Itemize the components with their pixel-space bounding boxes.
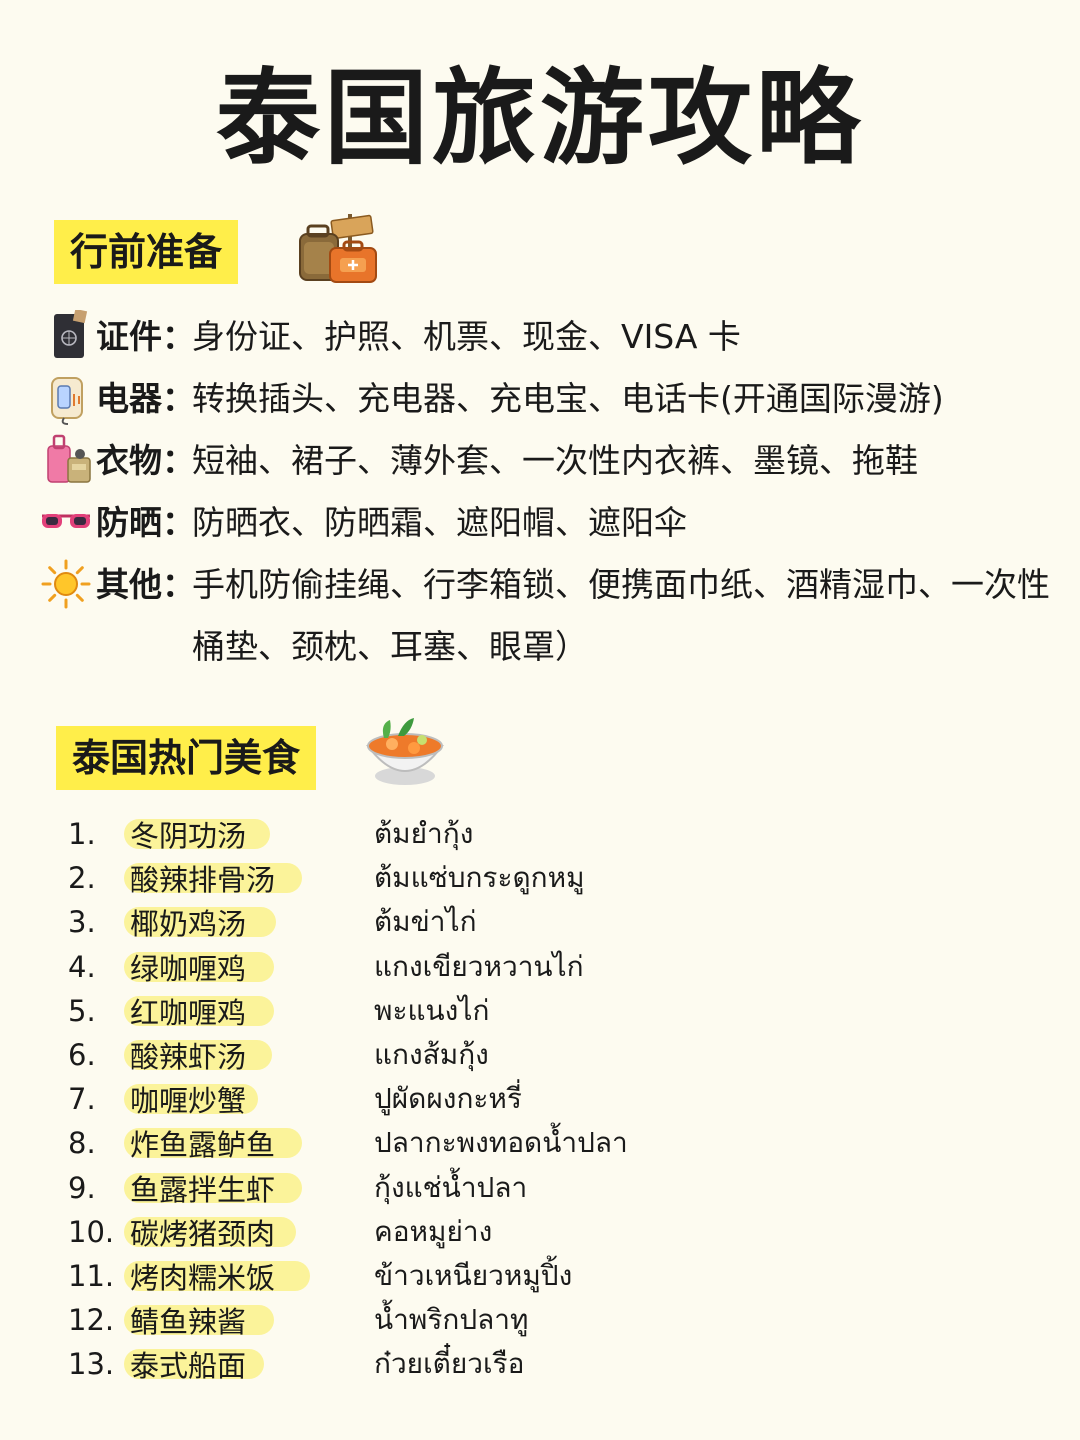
food-number: 6. <box>68 1038 96 1073</box>
prep-text: 身份证、护照、机票、现金、VISA 卡 <box>192 317 741 356</box>
prep-item-clothing: 衣物： 短袖、裙子、薄外套、一次性内衣裤、墨镜、拖鞋 <box>40 430 1070 492</box>
food-number: 7. <box>68 1082 96 1117</box>
food-name-cn: 绿咖喱鸡 <box>130 951 247 986</box>
food-number: 9. <box>68 1170 96 1205</box>
food-number: 8. <box>68 1126 96 1161</box>
list-item: 11. 烤肉糯米饭 ข้าวเหนียวหมูปิ้ง <box>68 1254 968 1298</box>
food-name-th: แกงเขียวหวานไก่ <box>374 949 584 983</box>
list-item: 4. 绿咖喱鸡 แกงเขียวหวานไก่ <box>68 945 968 989</box>
food-name-th: กุ้งแช่น้ำปลา <box>374 1170 528 1204</box>
prep-label: 电器 <box>96 379 162 418</box>
food-number: 12. <box>68 1303 115 1338</box>
food-number: 13. <box>68 1347 115 1382</box>
food-name-cn: 咖喱炒蟹 <box>130 1084 247 1119</box>
food-name-cn: 碳烤猪颈肉 <box>130 1216 276 1251</box>
food-name-cn: 鱼露拌生虾 <box>130 1172 276 1207</box>
prep-label: 证件 <box>96 317 162 356</box>
tom-yum-bowl-icon <box>366 718 444 785</box>
prep-item-documents: 证件： 身份证、护照、机票、现金、VISA 卡 <box>40 306 1070 368</box>
food-number: 3. <box>68 905 96 940</box>
food-name-cn: 鲭鱼辣酱 <box>130 1305 247 1340</box>
food-name-th: ต้มแซ่บกระดูกหมู <box>374 861 585 895</box>
list-item: 7. 咖喱炒蟹 ปูผัดผงกะหรี่ <box>68 1077 968 1121</box>
prep-text: 转换插头、充电器、充电宝、电话卡(开通国际漫游) <box>192 379 944 418</box>
sun-icon <box>40 554 96 616</box>
list-item: 9. 鱼露拌生虾 กุ้งแช่น้ำปลา <box>68 1166 968 1210</box>
food-name-cn: 酸辣排骨汤 <box>130 863 276 898</box>
charger-icon <box>40 368 96 430</box>
food-name-th: ข้าวเหนียวหมูปิ้ง <box>374 1258 573 1292</box>
prep-list: 证件： 身份证、护照、机票、现金、VISA 卡 电器： 转换插头、充电器、充电宝… <box>40 306 1070 678</box>
food-name-th: แกงส้มกุ้ง <box>374 1038 489 1072</box>
sunglasses-icon <box>40 492 96 554</box>
prep-text: 手机防偷挂绳、行李箱锁、便携面巾纸、酒精湿巾、一次性桶垫、颈枕、耳塞、眼罩） <box>192 565 1050 666</box>
food-name-th: ต้มข่าไก่ <box>374 905 477 939</box>
list-item: 6. 酸辣虾汤 แกงส้มกุ้ง <box>68 1033 968 1077</box>
prep-item-sunscreen: 防晒： 防晒衣、防晒霜、遮阳帽、遮阳伞 <box>40 492 1070 554</box>
food-name-cn: 炸鱼露鲈鱼 <box>130 1128 276 1163</box>
list-item: 3. 椰奶鸡汤 ต้มข่าไก่ <box>68 900 968 944</box>
prep-text: 防晒衣、防晒霜、遮阳帽、遮阳伞 <box>192 503 687 542</box>
list-item: 2. 酸辣排骨汤 ต้มแซ่บกระดูกหมู <box>68 856 968 900</box>
prep-label: 衣物 <box>96 441 162 480</box>
food-name-th: พะแนงไก่ <box>374 993 490 1027</box>
food-number: 11. <box>68 1258 115 1293</box>
list-item: 5. 红咖喱鸡 พะแนงไก่ <box>68 989 968 1033</box>
page-title: 泰国旅游攻略 <box>215 57 864 179</box>
food-name-cn: 红咖喱鸡 <box>130 995 247 1030</box>
list-item: 12. 鲭鱼辣酱 น้ำพริกปลาทู <box>68 1298 968 1342</box>
prep-item-electronics: 电器： 转换插头、充电器、充电宝、电话卡(开通国际漫游) <box>40 368 1070 430</box>
food-name-cn: 酸辣虾汤 <box>130 1040 247 1075</box>
prep-label: 防晒 <box>96 503 162 542</box>
section-label-food: 泰国热门美食 <box>56 726 317 790</box>
food-number: 5. <box>68 993 96 1028</box>
food-name-th: ปูผัดผงกะหรี่ <box>374 1082 522 1116</box>
luggage-icon <box>40 430 96 492</box>
list-item: 10. 碳烤猪颈肉 คอหมูย่าง <box>68 1210 968 1254</box>
passport-icon <box>40 306 96 368</box>
food-name-th: น้ำพริกปลาทู <box>374 1303 529 1337</box>
list-item: 1. 冬阴功汤 ต้มยำกุ้ง <box>68 812 968 856</box>
prep-label: 其他 <box>96 565 162 604</box>
list-item: 13. 泰式船面 ก๋วยเตี๋ยวเรือ <box>68 1342 968 1386</box>
suitcases-icon <box>299 214 377 283</box>
food-name-cn: 椰奶鸡汤 <box>130 907 247 942</box>
food-name-cn: 烤肉糯米饭 <box>130 1260 276 1295</box>
food-name-cn: 泰式船面 <box>130 1349 247 1384</box>
section-label-prep: 行前准备 <box>54 220 239 284</box>
food-name-th: ก๋วยเตี๋ยวเรือ <box>374 1347 525 1381</box>
food-number: 2. <box>68 861 96 896</box>
prep-text: 短袖、裙子、薄外套、一次性内衣裤、墨镜、拖鞋 <box>192 441 918 480</box>
food-name-th: คอหมูย่าง <box>374 1214 493 1248</box>
food-number: 10. <box>68 1214 115 1249</box>
food-number: 1. <box>68 817 96 852</box>
list-item: 8. 炸鱼露鲈鱼 ปลากะพงทอดน้ำปลา <box>68 1121 968 1165</box>
food-list: 1. 冬阴功汤 ต้มยำกุ้ง 2. 酸辣排骨汤 ต้มแซ่บกระดูก… <box>68 812 968 1386</box>
prep-item-other: 其他： 手机防偷挂绳、行李箱锁、便携面巾纸、酒精湿巾、一次性桶垫、颈枕、耳塞、眼… <box>40 554 1070 678</box>
food-name-th: ต้มยำกุ้ง <box>374 817 474 851</box>
food-name-th: ปลากะพงทอดน้ำปลา <box>374 1126 628 1160</box>
food-number: 4. <box>68 949 96 984</box>
food-name-cn: 冬阴功汤 <box>130 819 247 854</box>
